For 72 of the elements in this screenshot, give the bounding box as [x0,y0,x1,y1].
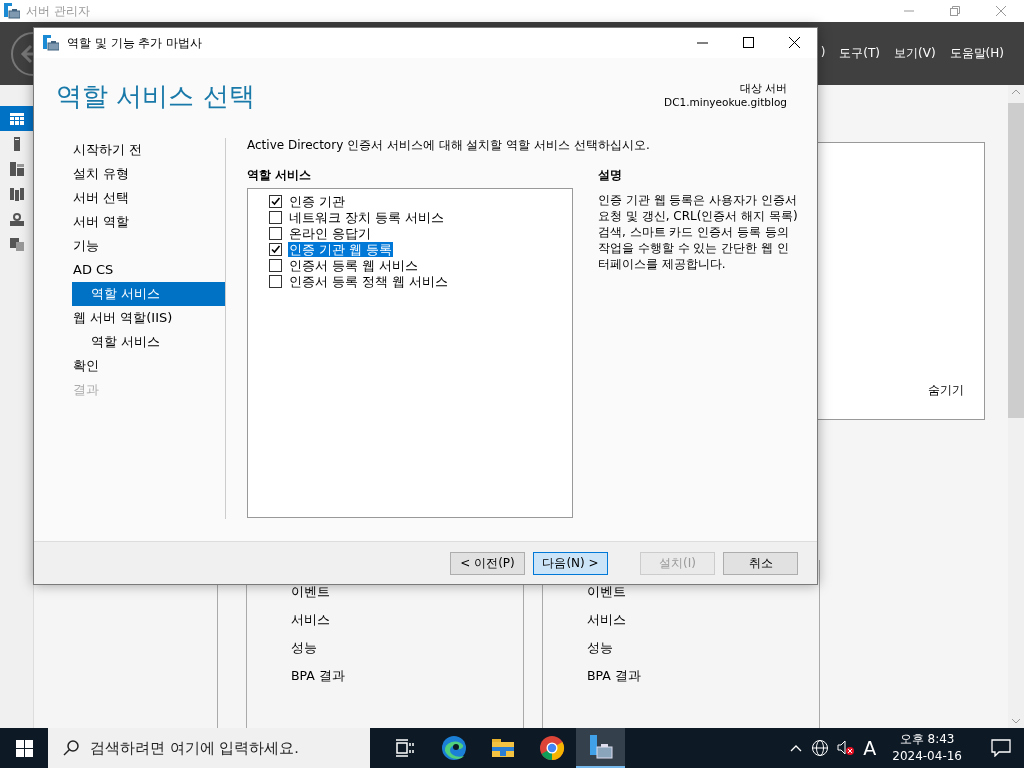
dialog-title: 역할 및 기능 추가 마법사 [67,34,203,52]
scroll-thumb[interactable] [1008,103,1024,418]
wizard-step[interactable]: 역할 서비스 [72,330,225,354]
tile-link[interactable]: 서비스 [587,612,819,628]
browser-icon[interactable] [440,735,467,761]
globe-icon[interactable] [811,739,830,757]
service-label[interactable]: 인증서 등록 웹 서비스 [288,257,419,273]
wizard-step[interactable]: 시작하기 전 [72,138,225,162]
notification-icon[interactable] [991,739,1011,757]
dashboard-icon [8,110,25,127]
tile-link[interactable]: BPA 결과 [587,668,819,684]
wizard-step[interactable]: 역할 서비스 [72,282,225,306]
checkbox[interactable] [269,210,282,224]
app-icon [4,3,20,19]
hide-link[interactable]: 숨기기 [928,382,984,419]
search-field[interactable]: 검색하려면 여기에 입력하세요. [48,728,370,768]
service-label[interactable]: 인증 기관 웹 등록 [288,241,393,257]
wizard-app-icon [43,35,59,51]
target-label: 대상 서버 [739,81,787,95]
wizard-step[interactable]: AD CS [72,258,225,282]
chevron-up-icon[interactable] [789,743,804,753]
wizard-step[interactable]: 웹 서버 역할(IIS) [72,306,225,330]
task-view-icon[interactable] [394,739,415,757]
wizard-step[interactable]: 확인 [72,354,225,378]
menu-item[interactable]: ) [820,45,826,62]
input-indicator[interactable]: A [863,737,877,759]
clock[interactable]: 오후 8:43 2024-04-16 [884,731,970,765]
wizard-step[interactable]: 기능 [72,234,225,258]
wizard-step[interactable]: 서버 선택 [72,186,225,210]
tile-link[interactable]: BPA 결과 [291,668,523,684]
tile-link[interactable]: 성능 [587,640,819,656]
menu-item[interactable]: 보기(V) [894,45,936,62]
search-icon [62,739,80,757]
wizard-step[interactable]: 서버 역할 [72,210,225,234]
tile-link[interactable]: 이벤트 [587,584,819,600]
tile-link[interactable]: 성능 [291,640,523,656]
checkbox[interactable] [269,226,282,240]
speaker-muted-icon[interactable] [837,740,856,756]
menu-item[interactable]: 도구(T) [839,45,881,62]
nav-item[interactable] [0,106,33,131]
time: 오후 8:43 [899,731,955,748]
wizard-button[interactable]: 다음(N) > [533,551,608,575]
wizard-step[interactable]: 설치 유형 [72,162,225,186]
folder-icon[interactable] [490,737,515,759]
wizard-step: 결과 [72,378,225,402]
windows-icon[interactable] [15,739,33,757]
service-label[interactable]: 인증 기관 [288,193,346,209]
menu-item[interactable]: 도움말(H) [949,45,1004,62]
description-text: 인증 기관 웹 등록은 사용자가 인증서 요청 및 갱신, CRL(인증서 해지 목록) 검색, 스마트 카드 인증서 등록 등의 작업을 수행할 수 있는 간단한 웹 인터페이스를 제공합니다. [598,192,798,272]
checkbox[interactable] [269,242,282,256]
servers-icon [8,160,25,177]
checkbox[interactable] [269,274,282,288]
checkbox[interactable] [269,194,282,208]
wizard-button[interactable]: < 이전(P) [450,551,525,575]
service-label[interactable]: 네트워크 장치 등록 서비스 [288,209,445,225]
wizard-button[interactable]: 취소 [723,551,798,575]
instruction-text: Active Directory 인증서 서비스에 대해 설치할 역할 서비스 선택하십시오. [247,138,651,152]
files-icon [8,235,25,252]
page-heading: 역할 서비스 선택 [56,80,255,113]
tile-link[interactable]: 이벤트 [291,584,523,600]
date: 2024-04-16 [892,748,962,765]
service-label[interactable]: 인증서 등록 정책 웹 서비스 [288,273,449,289]
target-server: DC1.minyeokue.gitblog [664,95,787,109]
list-title: 역할 서비스 [247,168,312,184]
service-label[interactable]: 온라인 응답기 [288,225,372,241]
chrome-icon[interactable] [538,735,565,761]
window-title: 서버 관리자 [26,2,90,20]
scrollbar[interactable] [1008,85,1024,728]
server-manager-icon[interactable] [587,734,614,760]
description-title: 설명 [598,168,623,184]
checkbox[interactable] [269,258,282,272]
tile-link[interactable]: 서비스 [291,612,523,628]
